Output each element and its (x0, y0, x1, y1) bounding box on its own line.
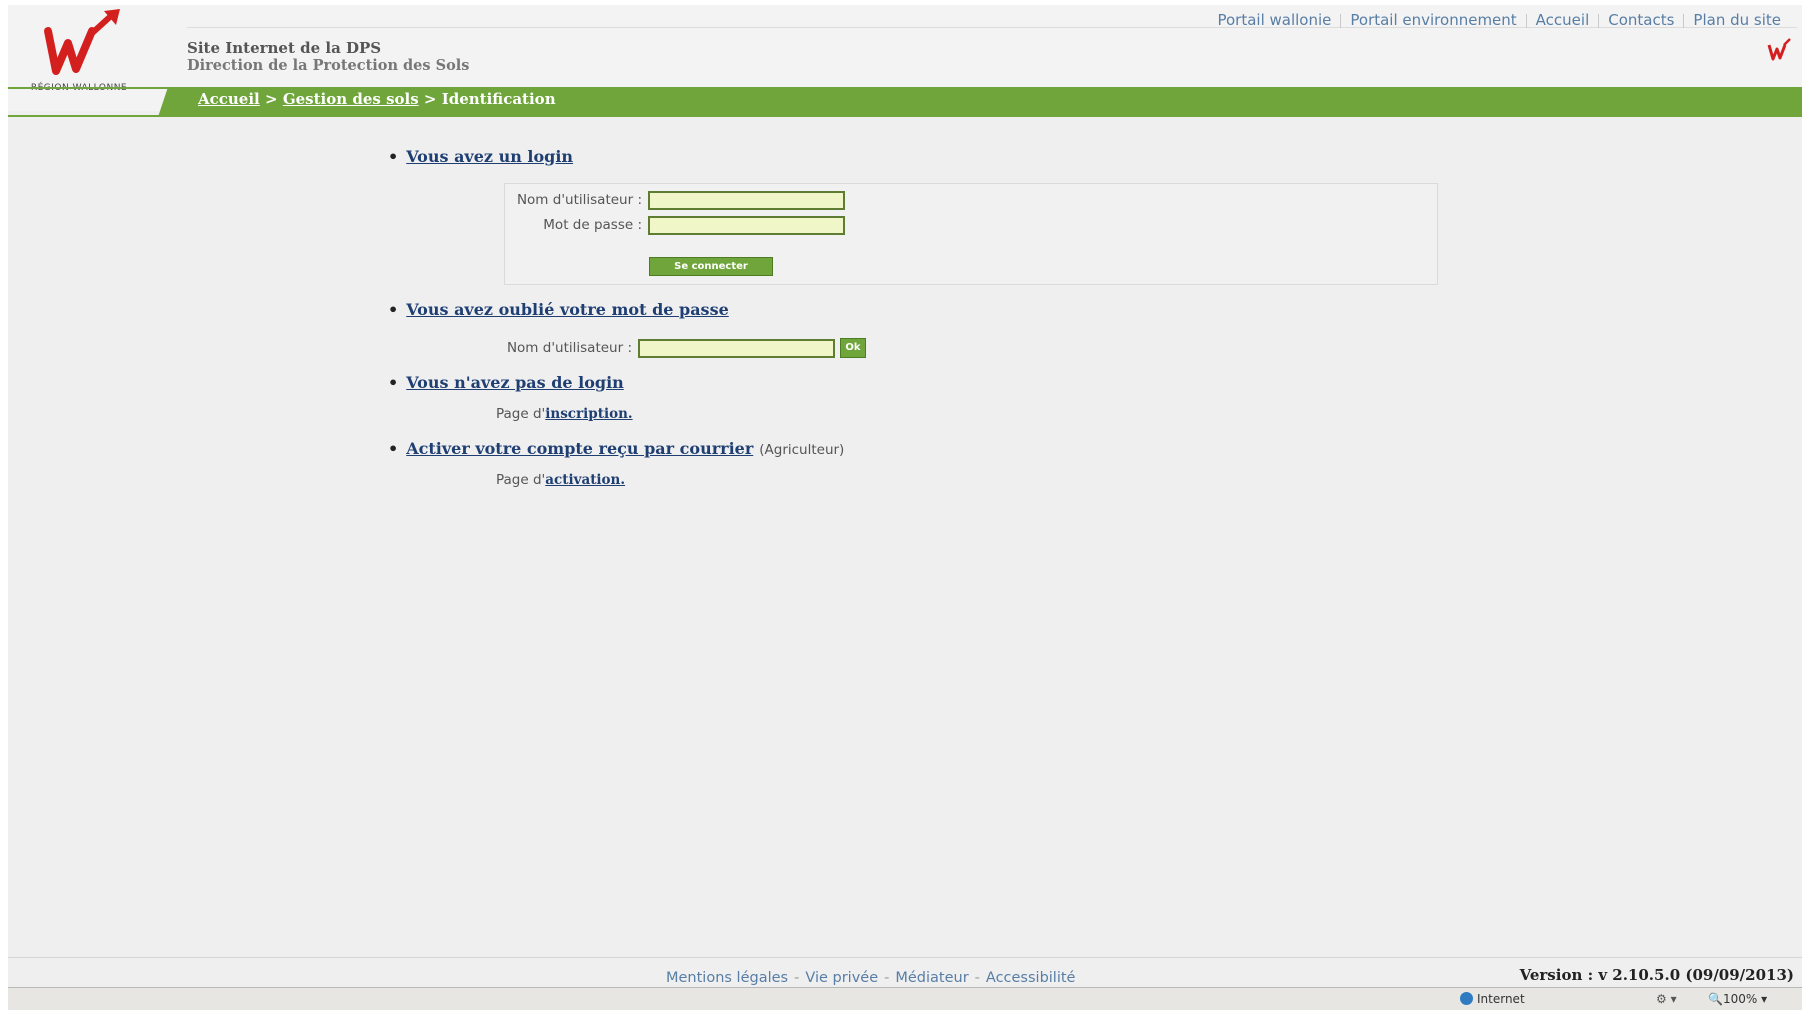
footer-accessibilite[interactable]: Accessibilité (986, 970, 1076, 986)
se-connecter-button[interactable]: Se connecter (649, 257, 773, 276)
no-login-section-link[interactable]: Vous n'avez pas de login (406, 373, 624, 392)
bullet-icon: • (388, 147, 399, 166)
mini-w-logo-icon (1767, 38, 1791, 61)
inscription-link[interactable]: inscription. (545, 406, 632, 422)
status-zone: Internet (1460, 992, 1525, 1006)
footer-links: Mentions légales - Vie privée - Médiateur - Ac… (666, 970, 1075, 986)
nav-plan-du-site[interactable]: Plan du site (1684, 11, 1790, 29)
activate-note: (Agriculteur) (759, 442, 845, 458)
password-label: Mot de passe : (543, 217, 642, 233)
page: RÉGION WALLONNE Portail wallonie Portail … (8, 5, 1802, 1010)
forgot-section-title: • Vous avez oublié votre mot de passe (388, 300, 729, 319)
breadcrumb: Accueil > Gestion des sols > Identificat… (198, 90, 556, 108)
version-text: Version : v 2.10.5.0 (09/09/2013) (1519, 966, 1794, 984)
zoom-control[interactable]: 🔍100% ▾ (1708, 992, 1767, 1006)
activation-link[interactable]: activation. (545, 472, 625, 488)
site-subtitle: Direction de la Protection des Sols (187, 57, 470, 74)
bullet-icon: • (388, 373, 399, 392)
activation-line: Page d'activation. (496, 472, 625, 488)
status-zone-label: Internet (1477, 992, 1525, 1006)
zoom-level: 100% (1722, 992, 1758, 1006)
nav-accueil[interactable]: Accueil (1527, 11, 1599, 29)
protected-mode-icon[interactable]: ⚙ ▾ (1656, 992, 1677, 1006)
activate-section-link[interactable]: Activer votre compte reçu par courrier (406, 439, 753, 458)
bullet-icon: • (388, 300, 399, 319)
footer-separator: - (884, 970, 890, 986)
zoom-icon: 🔍 (1708, 992, 1723, 1006)
breadcrumb-separator: > (423, 90, 437, 108)
footer-vie-privee[interactable]: Vie privée (805, 970, 878, 986)
breadcrumb-current: Identification (441, 90, 556, 108)
footer-separator: - (974, 970, 980, 986)
top-navigation: Portail wallonie Portail environnement Acc… (1208, 11, 1790, 29)
globe-icon (1460, 992, 1473, 1005)
footer-mentions-legales[interactable]: Mentions légales (666, 970, 788, 986)
inscription-prefix: Page d' (496, 406, 546, 422)
login-section-link[interactable]: Vous avez un login (406, 147, 573, 166)
footer-separator: - (794, 970, 800, 986)
activate-section-title: • Activer votre compte reçu par courrier (… (388, 439, 844, 458)
login-section-title: • Vous avez un login (388, 147, 573, 166)
username-input[interactable] (648, 191, 845, 210)
forgot-username-input[interactable] (638, 339, 835, 358)
breadcrumb-separator: > (265, 90, 278, 108)
nav-contacts[interactable]: Contacts (1599, 11, 1683, 29)
footer-mediateur[interactable]: Médiateur (895, 970, 968, 986)
forgot-section-link[interactable]: Vous avez oublié votre mot de passe (406, 300, 729, 319)
ok-button[interactable]: Ok (840, 338, 866, 358)
activation-prefix: Page d' (496, 472, 546, 488)
password-input[interactable] (648, 216, 845, 235)
bullet-icon: • (388, 439, 399, 458)
breadcrumb-accueil[interactable]: Accueil (198, 90, 260, 108)
username-label: Nom d'utilisateur : (516, 192, 642, 208)
site-title: Site Internet de la DPS (187, 39, 382, 57)
nav-portail-environnement[interactable]: Portail environnement (1341, 11, 1525, 29)
region-wallonne-logo[interactable]: RÉGION WALLONNE (20, 9, 138, 99)
inscription-line: Page d'inscription. (496, 406, 633, 422)
breadcrumb-gestion-des-sols[interactable]: Gestion des sols (283, 90, 419, 108)
browser-status-bar: Internet ⚙ ▾ 🔍100% ▾ (8, 987, 1802, 1010)
footer-divider (8, 957, 1802, 958)
login-form-box (504, 183, 1438, 285)
w-logo-icon (44, 9, 120, 75)
nav-portail-wallonie[interactable]: Portail wallonie (1208, 11, 1340, 29)
no-login-section-title: • Vous n'avez pas de login (388, 373, 624, 392)
forgot-username-label: Nom d'utilisateur : (506, 340, 632, 356)
